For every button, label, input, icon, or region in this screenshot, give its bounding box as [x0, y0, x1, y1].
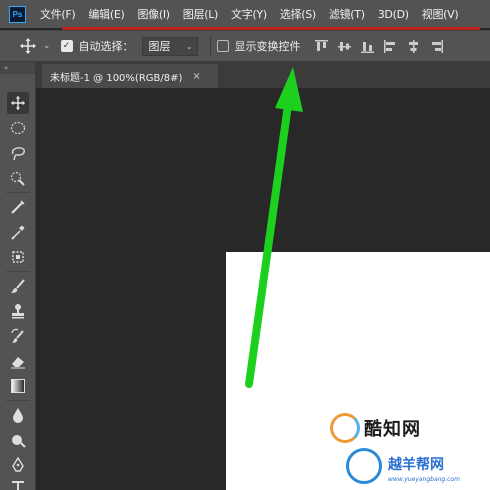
auto-select-target-dropdown[interactable]: 图层 ⌄	[141, 36, 198, 56]
auto-select-target-value: 图层	[148, 40, 171, 53]
auto-select-label: 自动选择：	[78, 40, 134, 53]
watermark-cool-text: 酷知网	[364, 419, 421, 440]
clone-stamp-tool-icon[interactable]	[7, 300, 29, 322]
menu-type[interactable]: 文字(Y)	[231, 6, 267, 22]
marquee-tool-icon[interactable]	[7, 117, 29, 139]
chevron-down-icon: ⌄	[185, 41, 193, 51]
toolbar-collapse-handle[interactable]: »	[0, 62, 35, 74]
align-bottom-icon[interactable]	[360, 40, 374, 53]
close-icon[interactable]: ×	[192, 71, 200, 82]
lasso-tool-icon[interactable]	[7, 142, 29, 164]
move-tool-icon[interactable]	[7, 92, 29, 114]
watermark-yue-url: www.yueyangbang.com	[388, 476, 460, 483]
watermark-logo-icon	[346, 448, 382, 484]
menu-3d[interactable]: 3D(D)	[378, 8, 409, 21]
align-vertical-center-icon[interactable]	[337, 40, 351, 53]
auto-select-checkbox[interactable]: ✓	[60, 40, 73, 52]
dodge-tool-icon[interactable]	[7, 429, 29, 451]
menu-layer[interactable]: 图层(L)	[183, 6, 219, 22]
document-tab-title: 未标题-1 @ 100%(RGB/8#)	[50, 72, 183, 84]
eyedropper-tool-icon[interactable]	[7, 221, 29, 243]
document-tab-bar: 未标题-1 @ 100%(RGB/8#) ×	[36, 62, 490, 88]
align-controls	[314, 39, 443, 53]
blur-tool-icon[interactable]	[7, 404, 29, 426]
frame-tool-icon[interactable]	[7, 246, 29, 268]
align-horizontal-center-icon[interactable]	[407, 39, 420, 53]
show-transform-checkbox[interactable]	[216, 40, 229, 52]
menu-filter[interactable]: 滤镜(T)	[329, 6, 365, 22]
options-bar: ⌄ ✓ 自动选择： 图层 ⌄ 显示变换控件	[0, 30, 490, 62]
move-tool-preset-icon[interactable]	[16, 34, 40, 58]
divider	[6, 271, 30, 272]
align-top-icon[interactable]	[314, 39, 328, 53]
gradient-tool-icon[interactable]	[7, 375, 29, 397]
eraser-tool-icon[interactable]	[7, 350, 29, 372]
watermark-logo-icon	[330, 413, 360, 443]
pen-tool-icon[interactable]	[7, 454, 29, 476]
menu-edit[interactable]: 编辑(E)	[88, 6, 124, 22]
menu-bar: Ps 文件(F) 编辑(E) 图像(I) 图层(L) 文字(Y) 选择(S) 滤…	[0, 0, 490, 28]
menu-view[interactable]: 视图(V)	[422, 6, 459, 22]
align-left-icon[interactable]	[383, 39, 397, 53]
document-tab[interactable]: 未标题-1 @ 100%(RGB/8#) ×	[42, 64, 218, 88]
photoshop-logo: Ps	[9, 5, 26, 23]
menu-select[interactable]: 选择(S)	[280, 6, 316, 22]
history-brush-tool-icon[interactable]	[7, 325, 29, 347]
brush-tool-icon[interactable]	[7, 275, 29, 297]
watermark-yueyangbang: 越羊帮网 www.yueyangbang.com	[346, 444, 490, 490]
show-transform-label: 显示变换控件	[234, 40, 301, 53]
tools-panel: »	[0, 62, 36, 490]
crop-tool-icon[interactable]	[7, 196, 29, 218]
menu-image[interactable]: 图像(I)	[137, 6, 170, 22]
divider	[6, 400, 30, 401]
menu-file[interactable]: 文件(F)	[40, 6, 76, 22]
type-tool-icon[interactable]	[7, 476, 29, 490]
quick-selection-tool-icon[interactable]	[7, 167, 29, 189]
divider	[209, 36, 211, 56]
watermark-coolzhi: 酷知网	[330, 413, 421, 443]
chevron-down-icon[interactable]: ⌄	[43, 41, 51, 51]
watermark-yue-text: 越羊帮网	[388, 457, 444, 473]
divider	[6, 192, 30, 193]
align-right-icon[interactable]	[430, 39, 443, 53]
